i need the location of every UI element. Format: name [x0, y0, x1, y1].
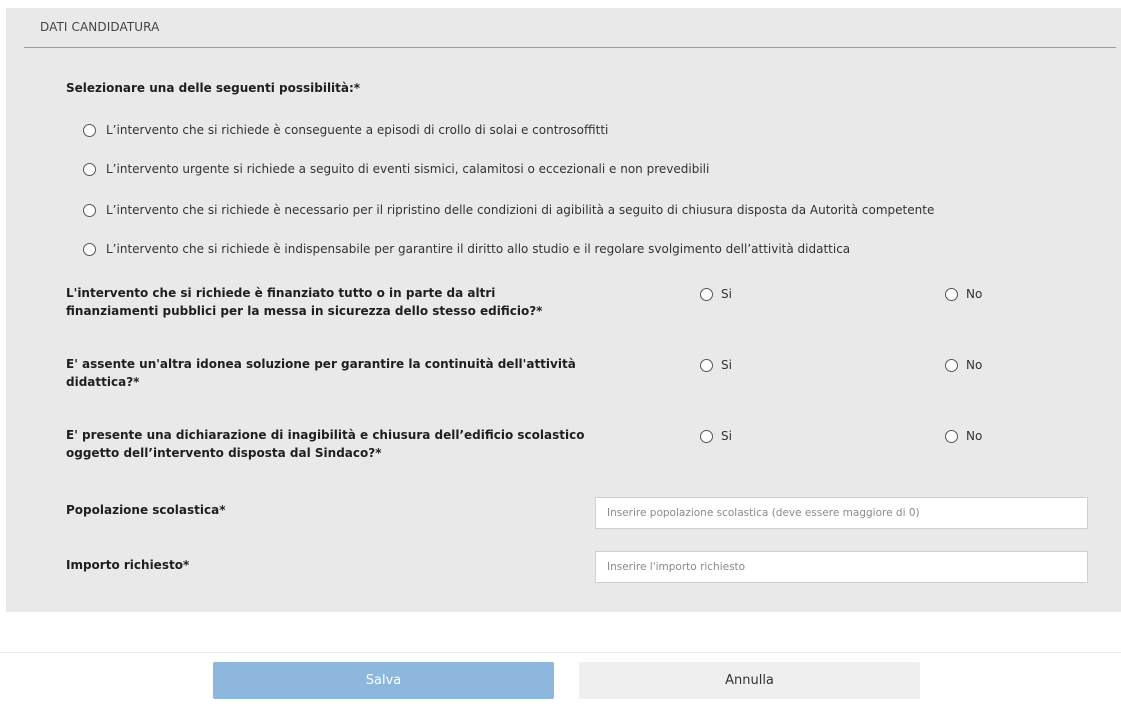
option-label: L’intervento che si richiede è indispens… — [106, 242, 851, 256]
save-button[interactable]: Salva — [213, 662, 554, 699]
radio-circle-icon[interactable] — [83, 203, 96, 217]
option-label: L’intervento che si richiede è necessari… — [106, 203, 935, 217]
intervention-option-agibility-restore[interactable]: L’intervento che si richiede è necessari… — [83, 203, 934, 217]
section-title: DATI CANDIDATURA — [40, 20, 160, 34]
selection-question-title: Selezionare una delle seguenti possibili… — [66, 81, 361, 95]
intervention-option-collapse[interactable]: L’intervento che si richiede è conseguen… — [83, 123, 608, 137]
radio-circle-icon[interactable] — [945, 287, 958, 301]
option-label: L’intervento che si richiede è conseguen… — [106, 123, 609, 137]
radio-circle-icon[interactable] — [83, 123, 96, 137]
continuity-solution-no-radio[interactable]: No — [945, 358, 982, 372]
footer-divider — [0, 652, 1121, 653]
school-population-input[interactable] — [595, 497, 1088, 529]
no-label: No — [966, 358, 983, 372]
question-other-funding: L'intervento che si richiede è finanziat… — [66, 286, 543, 318]
inagibility-declaration-yes-radio[interactable]: Si — [700, 429, 732, 443]
requested-amount-label: Importo richiesto* — [66, 558, 190, 572]
school-population-label: Popolazione scolastica* — [66, 503, 226, 517]
radio-circle-icon[interactable] — [700, 429, 713, 443]
question-continuity-solution: E' assente un'altra idonea soluzione per… — [66, 357, 576, 389]
inagibility-declaration-no-radio[interactable]: No — [945, 429, 982, 443]
cancel-button[interactable]: Annulla — [579, 662, 920, 699]
no-label: No — [966, 429, 983, 443]
yes-label: Si — [721, 429, 732, 443]
radio-circle-icon[interactable] — [700, 358, 713, 372]
radio-circle-icon[interactable] — [83, 162, 96, 176]
yes-label: Si — [721, 358, 732, 372]
yes-label: Si — [721, 287, 732, 301]
other-funding-no-radio[interactable]: No — [945, 287, 982, 301]
intervention-option-seismic-events[interactable]: L’intervento urgente si richiede a segui… — [83, 162, 709, 176]
no-label: No — [966, 287, 983, 301]
option-label: L’intervento urgente si richiede a segui… — [106, 162, 710, 176]
radio-circle-icon[interactable] — [700, 287, 713, 301]
other-funding-yes-radio[interactable]: Si — [700, 287, 732, 301]
application-data-panel: DATI CANDIDATURA Selezionare una delle s… — [6, 8, 1121, 612]
question-inagibility-declaration: E' presente una dichiarazione di inagibi… — [66, 428, 585, 460]
section-header: DATI CANDIDATURA — [24, 8, 1116, 48]
intervention-option-study-right[interactable]: L’intervento che si richiede è indispens… — [83, 242, 850, 256]
radio-circle-icon[interactable] — [945, 429, 958, 443]
continuity-solution-yes-radio[interactable]: Si — [700, 358, 732, 372]
requested-amount-input[interactable] — [595, 551, 1088, 583]
radio-circle-icon[interactable] — [83, 242, 96, 256]
radio-circle-icon[interactable] — [945, 358, 958, 372]
